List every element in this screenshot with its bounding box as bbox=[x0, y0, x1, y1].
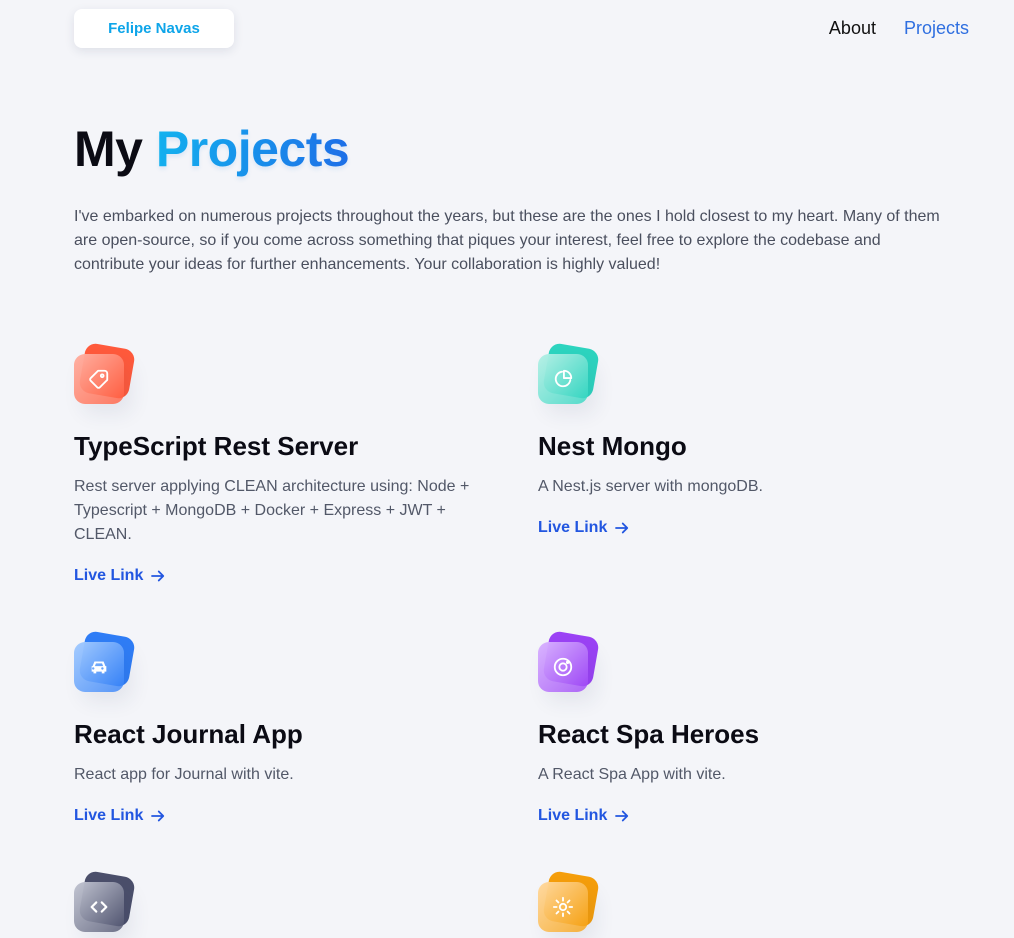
live-link[interactable]: Live Link bbox=[74, 807, 167, 825]
live-link[interactable]: Live Link bbox=[74, 567, 167, 585]
arrow-right-icon bbox=[151, 570, 165, 582]
page-title: My Projects bbox=[74, 120, 350, 178]
project-card bbox=[538, 870, 938, 938]
project-icon-badge bbox=[74, 870, 138, 938]
tag-icon bbox=[74, 354, 124, 404]
project-title: React Journal App bbox=[74, 719, 303, 749]
arrow-right-icon bbox=[151, 810, 165, 822]
arrow-right-icon bbox=[615, 522, 629, 534]
nav-link-projects[interactable]: Projects bbox=[904, 18, 969, 39]
live-link-label: Live Link bbox=[538, 807, 608, 824]
live-link-label: Live Link bbox=[74, 807, 144, 824]
car-icon bbox=[74, 642, 124, 692]
project-card: React Spa Heroes A React Spa App with vi… bbox=[538, 630, 938, 825]
main-nav: About Projects bbox=[829, 18, 969, 39]
code-icon bbox=[74, 882, 124, 932]
project-icon-badge bbox=[538, 630, 602, 698]
live-link-label: Live Link bbox=[538, 519, 608, 536]
instagram-icon bbox=[538, 642, 588, 692]
live-link-label: Live Link bbox=[74, 567, 144, 584]
logo-button[interactable]: Felipe Navas bbox=[74, 9, 234, 48]
page-title-prefix: My bbox=[74, 121, 143, 177]
project-icon-badge bbox=[538, 870, 602, 938]
page-title-accent: Projects bbox=[155, 121, 350, 177]
live-link[interactable]: Live Link bbox=[538, 807, 631, 825]
project-title: React Spa Heroes bbox=[538, 719, 760, 749]
project-card: TypeScript Rest Server Rest server apply… bbox=[74, 342, 474, 585]
project-description: A React Spa App with vite. bbox=[538, 766, 726, 783]
project-icon-badge bbox=[74, 342, 138, 410]
nav-link-about[interactable]: About bbox=[829, 18, 876, 39]
project-description: React app for Journal with vite. bbox=[74, 766, 294, 783]
live-link[interactable]: Live Link bbox=[538, 519, 631, 537]
chart-pie-icon bbox=[538, 354, 588, 404]
project-description: A Nest.js server with mongoDB. bbox=[538, 478, 763, 495]
page-intro: I've embarked on numerous projects throu… bbox=[74, 208, 940, 273]
project-icon-badge bbox=[74, 630, 138, 698]
project-card: React Journal App React app for Journal … bbox=[74, 630, 474, 825]
project-icon-badge bbox=[538, 342, 602, 410]
arrow-right-icon bbox=[615, 810, 629, 822]
project-card: Nest Mongo A Nest.js server with mongoDB… bbox=[538, 342, 938, 537]
project-title: TypeScript Rest Server bbox=[74, 431, 359, 461]
gear-icon bbox=[538, 882, 588, 932]
project-card bbox=[74, 870, 474, 938]
project-description: Rest server applying CLEAN architecture … bbox=[74, 478, 470, 543]
project-title: Nest Mongo bbox=[538, 431, 687, 461]
